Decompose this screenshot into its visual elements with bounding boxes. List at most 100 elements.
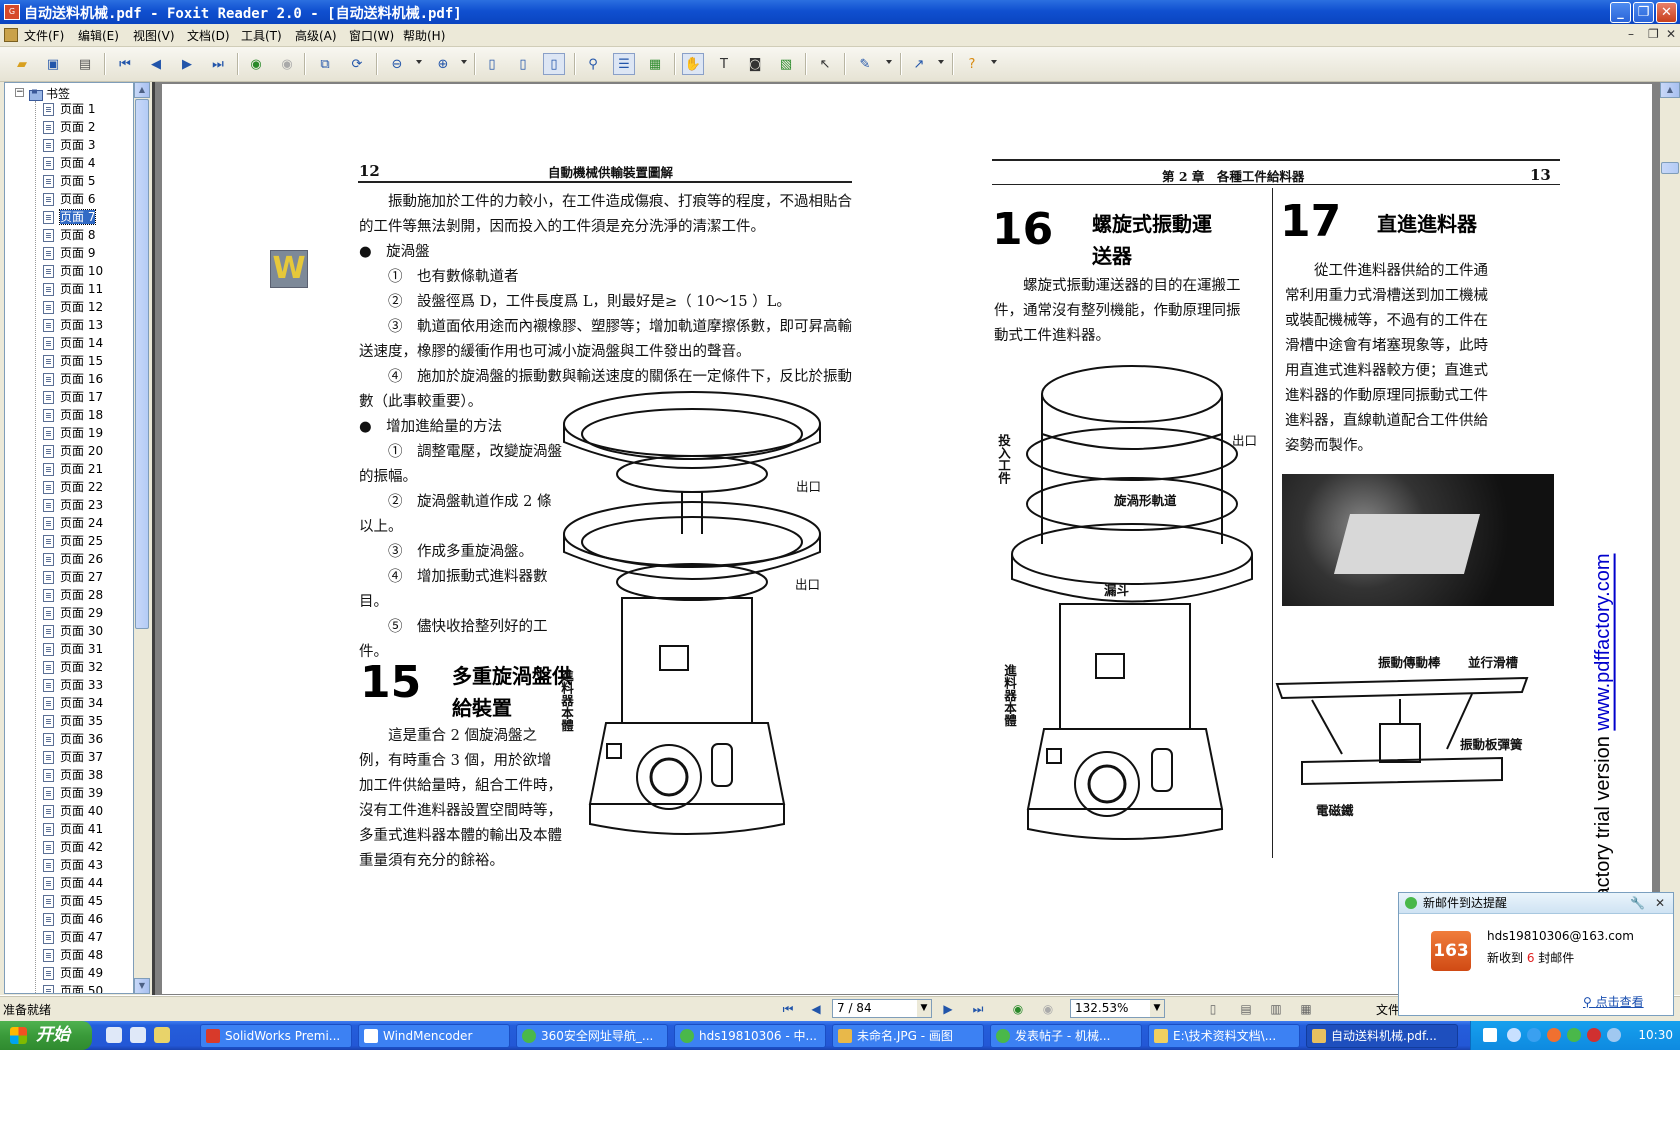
fit-page-icon[interactable]: ▯ <box>512 53 534 75</box>
bookmark-page-item[interactable]: 页面 18 <box>43 407 103 424</box>
task-foxit[interactable]: 自动送料机械.pdf... <box>1306 1024 1458 1048</box>
snapshot-icon[interactable]: ◙ <box>744 53 766 75</box>
zoom-dropdown-icon[interactable]: ▼ <box>1150 1000 1164 1017</box>
doc-minimize-button[interactable]: – <box>1628 27 1634 41</box>
zoom-out-icon[interactable]: ⊖ <box>386 53 408 75</box>
task-hds[interactable]: hds19810306 - 中... <box>674 1024 826 1048</box>
bookmark-page-item[interactable]: 页面 43 <box>43 857 103 874</box>
menu-advanced[interactable]: 高级(A) <box>295 27 337 44</box>
status-back-icon[interactable]: ◉ <box>1010 1001 1026 1017</box>
status-first-page-icon[interactable]: ⏮ <box>780 1001 796 1017</box>
bookmark-page-item[interactable]: 页面 36 <box>43 731 103 748</box>
bookmark-page-item[interactable]: 页面 13 <box>43 317 103 334</box>
select-text-icon[interactable]: T <box>713 53 735 75</box>
watermark-link[interactable]: www.pdffactory.com <box>1592 554 1614 731</box>
page-dropdown-icon[interactable]: ▼ <box>917 1000 931 1017</box>
ie-icon[interactable] <box>106 1027 122 1043</box>
bookmark-page-item[interactable]: 页面 6 <box>43 191 95 208</box>
menu-help[interactable]: 帮助(H) <box>403 27 445 44</box>
bookmark-page-item[interactable]: 页面 45 <box>43 893 103 910</box>
task-360[interactable]: 360安全网址导航_... <box>516 1024 668 1048</box>
prev-page-icon[interactable]: ◀ <box>145 53 167 75</box>
bookmark-page-item[interactable]: 页面 19 <box>43 425 103 442</box>
zoom-field[interactable]: 132.53% ▼ <box>1070 999 1165 1018</box>
menu-window[interactable]: 窗口(W) <box>349 27 394 44</box>
task-solidworks[interactable]: SolidWorks Premi... <box>200 1024 352 1048</box>
bookmark-page-item[interactable]: 页面 41 <box>43 821 103 838</box>
bookmark-page-item[interactable]: 页面 12 <box>43 299 103 316</box>
tray-icon[interactable] <box>1587 1028 1601 1042</box>
bookmark-page-item[interactable]: 页面 33 <box>43 677 103 694</box>
help-tray-icon[interactable] <box>1483 1028 1497 1042</box>
bookmark-page-item[interactable]: 页面 20 <box>43 443 103 460</box>
bookmark-page-item[interactable]: 页面 11 <box>43 281 103 298</box>
comment-tools-icon[interactable]: ✎ <box>854 53 876 75</box>
quicklaunch-icon[interactable] <box>154 1027 170 1043</box>
copy-icon[interactable]: ⧉ <box>314 53 336 75</box>
image-select-icon[interactable]: ▧ <box>775 53 797 75</box>
bookmark-page-item[interactable]: 页面 7 <box>43 209 97 226</box>
bookmark-page-item[interactable]: 页面 23 <box>43 497 103 514</box>
forward-icon[interactable]: ◉ <box>276 53 298 75</box>
settings-icon[interactable]: 🔧 <box>1630 893 1645 913</box>
bookmark-page-item[interactable]: 页面 5 <box>43 173 95 190</box>
bookmark-page-item[interactable]: 页面 22 <box>43 479 103 496</box>
menu-file[interactable]: 文件(F) <box>24 27 64 44</box>
mail-notification[interactable]: 新邮件到达提醒 🔧 ✕ 163 hds19810306@163.com 新收到 … <box>1398 892 1674 1016</box>
print-icon[interactable]: ▤ <box>74 53 96 75</box>
comment-tools-dropdown-icon[interactable] <box>886 60 892 64</box>
thumbnails-icon[interactable]: ▦ <box>644 53 666 75</box>
status-forward-icon[interactable]: ◉ <box>1040 1001 1056 1017</box>
bookmark-page-item[interactable]: 页面 37 <box>43 749 103 766</box>
task-post[interactable]: 发表帖子 - 机械... <box>990 1024 1142 1048</box>
bookmarks-panel-icon[interactable]: ☰ <box>613 53 635 75</box>
bookmark-page-item[interactable]: 页面 42 <box>43 839 103 856</box>
bookmark-page-item[interactable]: 页面 34 <box>43 695 103 712</box>
status-prev-page-icon[interactable]: ◀ <box>808 1001 824 1017</box>
doc-restore-button[interactable]: ❐ <box>1648 27 1659 41</box>
continuous-icon[interactable]: ▤ <box>1238 1001 1254 1017</box>
tray-icon[interactable] <box>1567 1028 1581 1042</box>
back-icon[interactable]: ◉ <box>245 53 267 75</box>
next-page-icon[interactable]: ▶ <box>176 53 198 75</box>
bookmark-page-item[interactable]: 页面 14 <box>43 335 103 352</box>
close-icon[interactable]: ✕ <box>1655 893 1665 913</box>
menu-edit[interactable]: 编辑(E) <box>78 27 119 44</box>
bookmark-page-item[interactable]: 页面 47 <box>43 929 103 946</box>
bookmark-page-item[interactable]: 页面 29 <box>43 605 103 622</box>
zoom-out-dropdown-icon[interactable] <box>416 60 422 64</box>
bookmark-root[interactable]: − 书签 <box>15 85 70 101</box>
single-page-icon[interactable]: ▯ <box>1205 1001 1221 1017</box>
bookmark-page-item[interactable]: 页面 35 <box>43 713 103 730</box>
document-view[interactable]: W 12 自動機械供輸裝置圖解 第 2 章 各種工件給料器 13 振動施加於工件… <box>152 82 1660 995</box>
arrow-tool-dropdown-icon[interactable] <box>938 60 944 64</box>
bookmark-page-item[interactable]: 页面 39 <box>43 785 103 802</box>
fit-width-icon[interactable]: ▯ <box>543 53 565 75</box>
bookmark-page-item[interactable]: 页面 16 <box>43 371 103 388</box>
bookmark-page-item[interactable]: 页面 10 <box>43 263 103 280</box>
bookmark-page-item[interactable]: 页面 31 <box>43 641 103 658</box>
tray-icon[interactable] <box>1527 1028 1541 1042</box>
volume-tray-icon[interactable] <box>1607 1028 1621 1042</box>
collapse-icon[interactable]: − <box>15 88 24 97</box>
bookmark-page-item[interactable]: 页面 46 <box>43 911 103 928</box>
select-annotation-icon[interactable]: ↖ <box>814 53 836 75</box>
last-page-icon[interactable]: ⏭ <box>207 53 229 75</box>
help-dropdown-icon[interactable] <box>991 60 997 64</box>
minimize-button[interactable]: _ <box>1610 2 1631 23</box>
bookmark-page-item[interactable]: 页面 21 <box>43 461 103 478</box>
bookmark-page-item[interactable]: 页面 24 <box>43 515 103 532</box>
page-number-field[interactable]: 7 / 84 ▼ <box>832 999 932 1018</box>
doc-scroll-up-icon[interactable]: ▲ <box>1660 82 1680 98</box>
close-button[interactable]: ✕ <box>1656 2 1677 23</box>
network-tray-icon[interactable] <box>1507 1028 1521 1042</box>
view-link[interactable]: ⚲ 点击查看 <box>1583 993 1644 1010</box>
bookmark-page-item[interactable]: 页面 1 <box>43 101 95 118</box>
bookmark-page-item[interactable]: 页面 49 <box>43 965 103 982</box>
menu-document[interactable]: 文档(D) <box>187 27 230 44</box>
bookmark-page-item[interactable]: 页面 48 <box>43 947 103 964</box>
desktop-icon[interactable] <box>130 1027 146 1043</box>
start-button[interactable]: 开始 <box>0 1021 92 1050</box>
bookmark-page-item[interactable]: 页面 3 <box>43 137 95 154</box>
task-paint[interactable]: 未命名.JPG - 画图 <box>832 1024 984 1048</box>
